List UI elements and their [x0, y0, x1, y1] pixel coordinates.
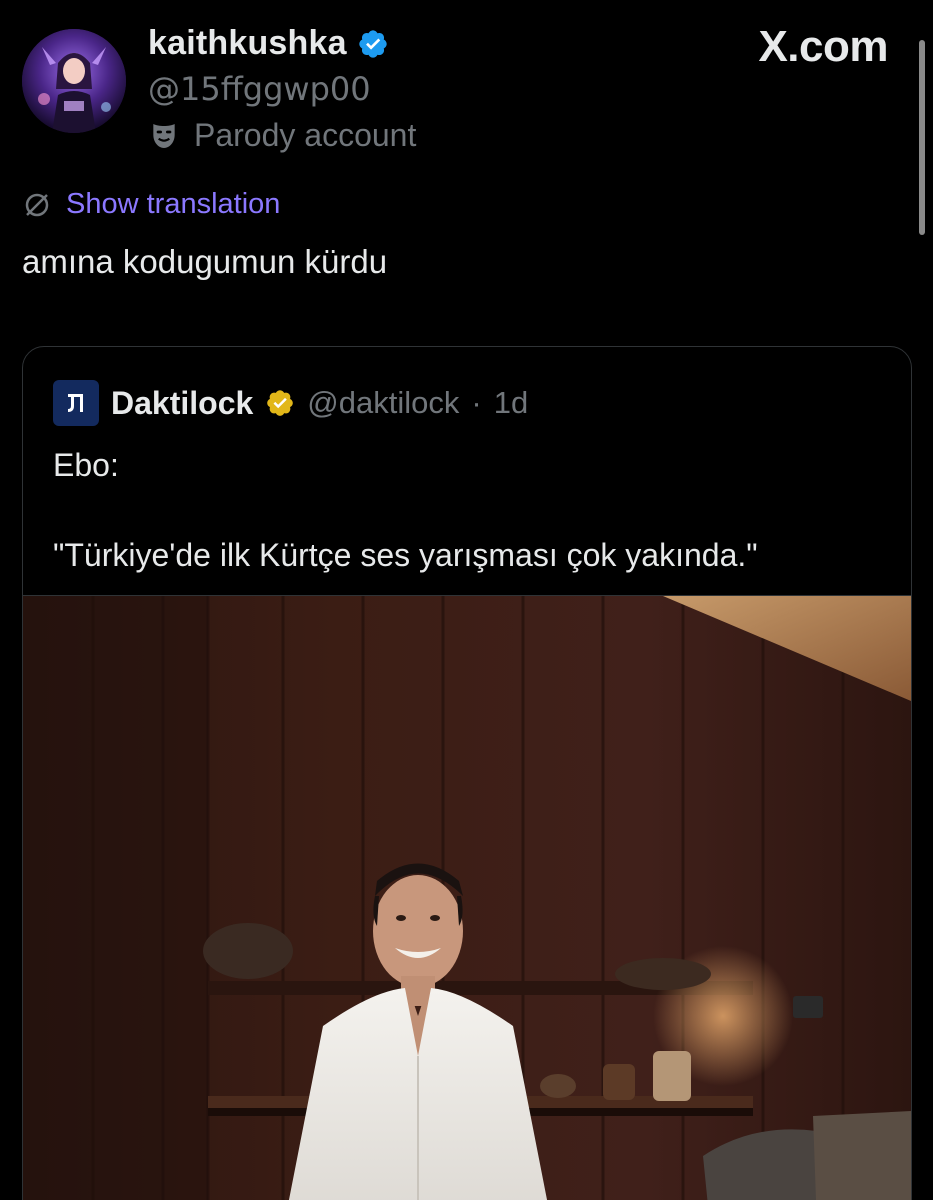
parody-label: Parody account [194, 117, 417, 153]
author-name-row: kaithkushka [148, 24, 389, 63]
theater-mask-icon [153, 123, 175, 148]
gold-verified-badge-icon [267, 390, 294, 416]
translate-icon [25, 193, 49, 216]
parody-label-row: Parody account [148, 117, 416, 154]
quoted-tweet-line-1: Ebo: [53, 447, 119, 483]
photo-media [23, 596, 911, 1200]
site-logo: X.com [758, 22, 888, 71]
quoted-tweet-card[interactable]: Daktilock @daktilock · 1d Ebo: "Türkiye'… [22, 346, 912, 1200]
quoted-tweet-line-2: "Türkiye'de ilk Kürtçe ses yarışması çok… [53, 537, 758, 573]
daktilock-logo-icon [68, 394, 83, 412]
quoted-author-name[interactable]: Daktilock [111, 385, 253, 422]
author-avatar[interactable] [22, 29, 126, 133]
quoted-author-avatar[interactable] [53, 380, 99, 426]
show-translation-label[interactable]: Show translation [66, 188, 280, 221]
separator-dot: · [471, 385, 482, 420]
tweet-screenshot: kaithkushka @15ffggwp00 Parody account X… [0, 0, 933, 1200]
author-handle[interactable]: @15ffggwp00 [148, 70, 371, 108]
quoted-tweet-time[interactable]: 1d [494, 385, 528, 421]
scrollbar[interactable] [919, 40, 925, 235]
show-translation-link[interactable]: Show translation [22, 188, 280, 221]
quoted-author-handle[interactable]: @daktilock [307, 385, 459, 421]
avatar-image [22, 29, 126, 133]
verified-badge-icon [359, 29, 387, 58]
author-name[interactable]: kaithkushka [148, 24, 347, 63]
quoted-tweet-photo[interactable] [23, 595, 911, 1200]
quoted-tweet-header: Daktilock @daktilock · 1d [53, 380, 528, 426]
tweet-text: amına kodugumun kürdu [22, 243, 388, 280]
